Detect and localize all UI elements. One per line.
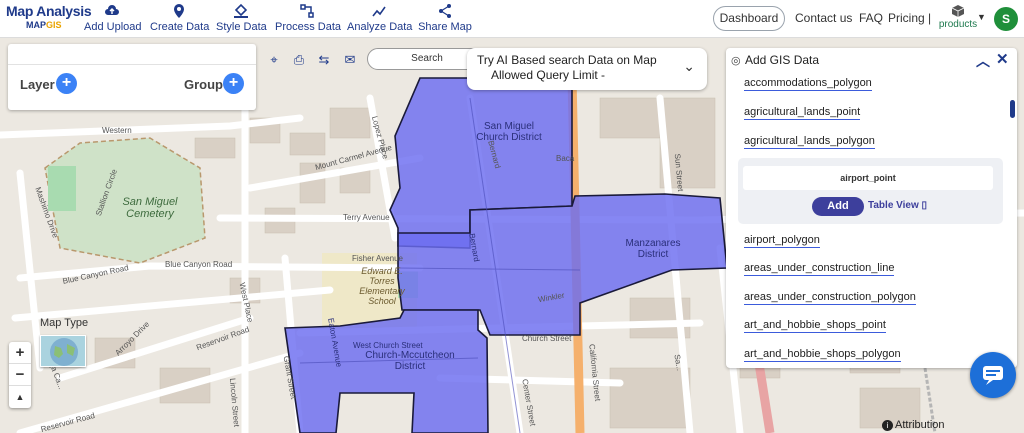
- logo-main-text: Map Analysis: [6, 3, 92, 19]
- faq-link[interactable]: FAQ: [859, 11, 883, 25]
- chevron-down-icon[interactable]: ⌄: [683, 58, 695, 75]
- nav-share-map-label: Share Map: [418, 21, 472, 33]
- selected-layer-card: airport_point Add Table View ▯: [738, 158, 1003, 224]
- district-label: Manzanares District: [625, 238, 681, 260]
- place-label: San Miguel Cemetery: [122, 196, 178, 220]
- nav-style-data[interactable]: Style Data: [216, 3, 267, 35]
- map-pin-icon: [174, 4, 184, 18]
- street-label: West Church Street: [353, 341, 423, 350]
- street-label: Blue Canyon Road: [165, 260, 233, 269]
- gis-panel-header: ◎ Add GIS Data ︿ ✕: [726, 48, 1017, 73]
- chat-icon: [983, 366, 1003, 385]
- app-logo[interactable]: Map Analysis MAPGIS: [6, 3, 92, 35]
- group-label: Group: [184, 77, 223, 92]
- zoom-control: + − ▲: [9, 342, 31, 408]
- street-label: Church Street: [522, 334, 572, 343]
- globe-thumbnail-icon: [50, 338, 78, 366]
- nav-add-upload[interactable]: Add Upload: [84, 3, 142, 35]
- zoom-out-button[interactable]: −: [9, 364, 31, 386]
- user-avatar[interactable]: S: [994, 7, 1018, 31]
- contact-us-link[interactable]: Contact us: [795, 11, 852, 25]
- nav-style-data-label: Style Data: [216, 21, 267, 33]
- layer-label: Layer: [20, 77, 55, 92]
- gis-layer-item[interactable]: agricultural_lands_polygon: [744, 135, 875, 149]
- chat-support-button[interactable]: [970, 352, 1016, 398]
- paint-bucket-icon: [234, 3, 248, 18]
- attribution-button[interactable]: i Attribution: [882, 419, 945, 431]
- products-label: products: [938, 19, 978, 30]
- nav-share-map[interactable]: Share Map: [418, 3, 472, 35]
- add-button[interactable]: Add: [812, 197, 864, 216]
- add-group-button[interactable]: +: [223, 73, 244, 94]
- street-label: Fisher Avenue: [352, 254, 403, 263]
- nav-create-data[interactable]: Create Data: [150, 3, 210, 35]
- gis-layer-item[interactable]: accommodations_polygon: [744, 77, 872, 91]
- district-label: San Miguel Church District: [476, 121, 542, 143]
- locate-icon[interactable]: ⌖: [266, 52, 282, 68]
- gis-layer-item[interactable]: agricultural_lands_point: [744, 106, 861, 120]
- gis-layer-item[interactable]: areas_under_construction_line: [744, 262, 895, 276]
- add-gis-data-panel: ◎ Add GIS Data ︿ ✕ accommodations_polygo…: [726, 48, 1017, 368]
- process-icon: [300, 4, 314, 18]
- close-icon[interactable]: ✕: [996, 50, 1009, 68]
- top-navigation-bar: Map Analysis MAPGIS Add Upload Create Da…: [0, 0, 1024, 38]
- reset-north-button[interactable]: ▲: [9, 386, 31, 408]
- zoom-in-button[interactable]: +: [9, 342, 31, 364]
- scrollbar-thumb[interactable]: [1010, 100, 1015, 118]
- products-menu[interactable]: products: [936, 4, 980, 34]
- panel-divider: [8, 64, 256, 65]
- gis-layer-item[interactable]: art_and_hobbie_shops_point: [744, 319, 886, 333]
- share-icon: [439, 4, 451, 18]
- cube-icon: [951, 5, 965, 17]
- gis-panel-title: Add GIS Data: [745, 53, 820, 67]
- nav-create-data-label: Create Data: [150, 21, 210, 33]
- tablet-icon: ▯: [921, 200, 928, 211]
- place-label: Edward E. Torres Elementary School: [359, 266, 405, 306]
- add-layer-button[interactable]: +: [56, 73, 77, 94]
- measure-icon[interactable]: ⇆: [316, 52, 332, 68]
- analyze-icon: [372, 6, 386, 17]
- nav-process-data-label: Process Data: [275, 21, 342, 33]
- gis-layer-item[interactable]: art_and_hobbie_shops_polygon: [744, 348, 901, 362]
- print-icon[interactable]: ⎙: [291, 52, 307, 68]
- globe-icon: ◎: [731, 55, 741, 67]
- street-label: Baca: [556, 154, 575, 163]
- logo-sub-text: MAPGIS: [26, 20, 62, 30]
- nav-process-data[interactable]: Process Data: [275, 3, 342, 35]
- ai-search-box[interactable]: Try AI Based search Data on Map Allowed …: [467, 48, 707, 90]
- info-icon: i: [882, 420, 893, 431]
- nav-analyze-data[interactable]: Analyze Data: [347, 3, 413, 35]
- ai-search-text: Try AI Based search Data on Map Allowed …: [477, 53, 657, 82]
- upload-cloud-icon: [105, 5, 119, 15]
- street-label: Western: [102, 126, 132, 135]
- nav-add-upload-label: Add Upload: [84, 21, 142, 33]
- layer-group-panel: Layer + Group +: [8, 44, 256, 110]
- dashboard-button[interactable]: Dashboard: [713, 6, 785, 31]
- map-type-label: Map Type: [40, 317, 89, 329]
- table-view-button[interactable]: Table View ▯: [868, 200, 927, 211]
- nav-analyze-data-label: Analyze Data: [347, 21, 413, 33]
- district-label: Church-Mccutcheon District: [365, 350, 455, 372]
- products-dropdown-icon[interactable]: ▼: [977, 12, 986, 22]
- pricing-link[interactable]: Pricing |: [888, 11, 931, 25]
- map-type-switcher[interactable]: [40, 335, 86, 367]
- street-label: Terry Avenue: [343, 213, 390, 222]
- selected-layer-name: airport_point: [743, 166, 993, 190]
- collapse-icon[interactable]: ︿: [976, 51, 990, 71]
- gis-layer-item[interactable]: areas_under_construction_polygon: [744, 291, 916, 305]
- comment-icon[interactable]: ✉: [342, 52, 358, 68]
- gis-layer-item[interactable]: airport_polygon: [744, 234, 820, 248]
